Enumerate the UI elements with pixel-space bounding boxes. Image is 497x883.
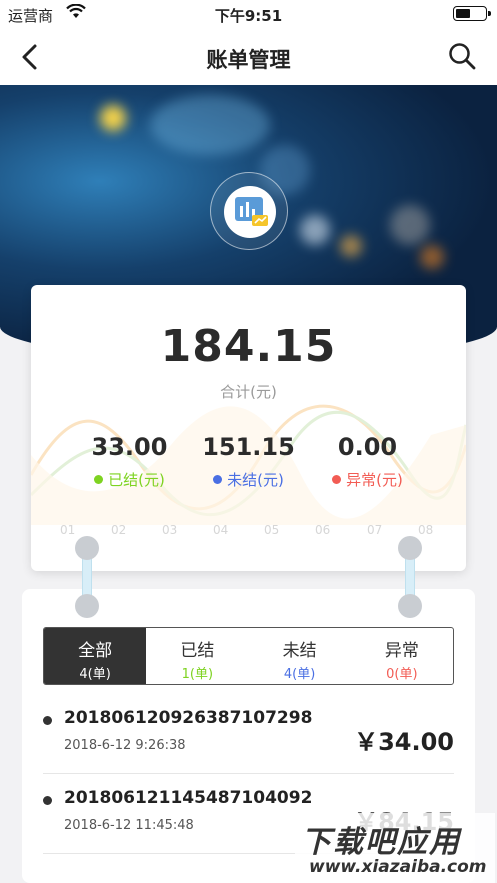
green-dot-icon	[94, 475, 104, 484]
tick-label: 02	[111, 523, 127, 537]
stat-value: 0.00	[337, 433, 398, 461]
tab-label: 异常	[384, 641, 419, 661]
tick-label: 07	[367, 523, 383, 537]
bullet-icon	[43, 716, 52, 725]
total-label: 合计(元)	[220, 383, 277, 401]
tick-label: 04	[213, 523, 229, 537]
total-amount: 184.15	[160, 321, 337, 372]
connector-knob	[398, 536, 422, 560]
tab-settled[interactable]: 已结 1(单)	[146, 628, 248, 684]
tab-count: 1(单)	[181, 667, 214, 682]
watermark: 下载吧应用 www.xiazaiba.com	[295, 813, 495, 883]
tab-abnormal[interactable]: 异常 0(单)	[351, 628, 453, 684]
blue-dot-icon	[213, 475, 223, 484]
connector-knob	[75, 536, 99, 560]
tab-unsettled[interactable]: 未结 4(单)	[249, 628, 351, 684]
clock: 下午9:51	[214, 7, 283, 25]
tab-count: 0(单)	[386, 667, 418, 682]
status-bar: 运营商 下午9:51	[0, 0, 497, 28]
tick-label: 03	[162, 523, 178, 537]
filter-tabs: 全部 4(单) 已结 1(单) 未结 4(单) 异常 0(单)	[43, 627, 454, 685]
red-dot-icon	[332, 475, 342, 484]
order-date: 2018-6-12 11:45:48	[64, 818, 194, 833]
tick-label: 05	[264, 523, 280, 537]
tick-label: 01	[60, 523, 76, 537]
tab-all[interactable]: 全部 4(单)	[44, 628, 147, 684]
watermark-title: 下载吧应用	[301, 825, 461, 860]
order-amount: ￥34.00	[354, 728, 454, 756]
search-button[interactable]	[447, 41, 477, 71]
tab-count: 4(单)	[79, 667, 111, 682]
battery-icon	[453, 6, 491, 21]
order-date: 2018-6-12 9:26:38	[64, 738, 186, 753]
tick-label: 06	[315, 523, 331, 537]
search-icon	[449, 43, 476, 70]
stat-label: 未结(元)	[227, 471, 284, 489]
tick-label: 08	[418, 523, 434, 537]
summary-card: 184.15 合计(元) 33.00 已结(元) 151.15 未结(元) 0.…	[31, 285, 466, 571]
stat-abnormal: 0.00 异常(元)	[295, 433, 440, 490]
order-row[interactable]: 201806120926387107298 2018-6-12 9:26:38 …	[43, 694, 454, 774]
bullet-icon	[43, 796, 52, 805]
tab-label: 已结	[180, 641, 215, 661]
nav-bar: 账单管理	[0, 28, 497, 85]
connector-knob	[75, 594, 99, 618]
stat-label: 已结(元)	[108, 471, 165, 489]
tab-count: 4(单)	[283, 667, 316, 682]
watermark-url: www.xiazaiba.com	[309, 857, 487, 877]
order-id: 201806121145487104092	[64, 788, 313, 808]
page-title: 账单管理	[206, 48, 291, 72]
order-id: 201806120926387107298	[64, 708, 313, 728]
connector-knob	[398, 594, 422, 618]
bill-chart-icon	[210, 172, 288, 250]
tab-label: 未结	[282, 641, 317, 661]
tab-label: 全部	[78, 641, 113, 661]
stat-label: 异常(元)	[346, 471, 403, 489]
